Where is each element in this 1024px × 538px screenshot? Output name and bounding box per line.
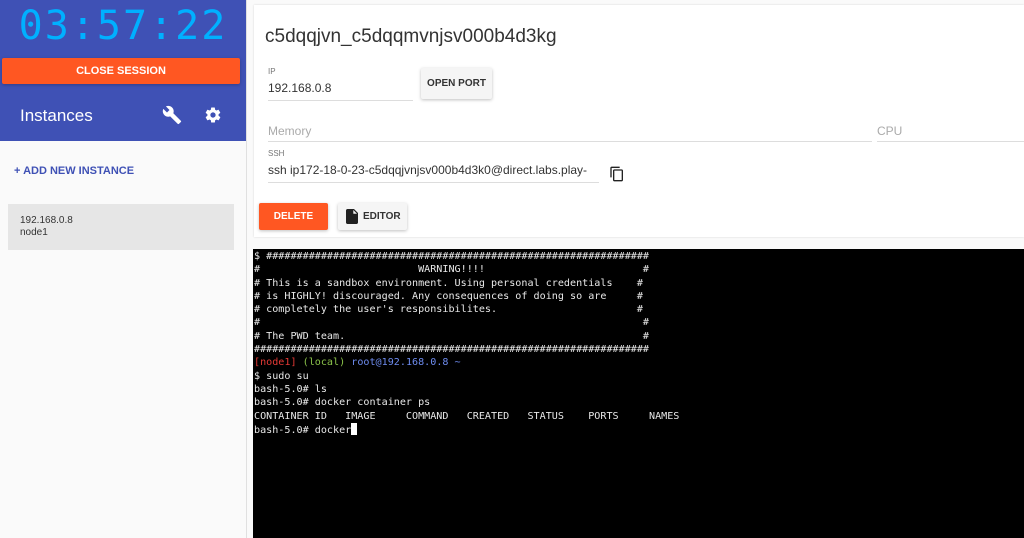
ip-field[interactable]: 192.168.0.8 xyxy=(268,81,413,101)
delete-button[interactable]: DELETE xyxy=(259,203,328,230)
instance-title: c5dqqjvn_c5dqqmvnjsv000b4d3kg xyxy=(265,26,557,47)
terminal-banner-line: # is HIGHLY! discouraged. Any consequenc… xyxy=(254,290,643,302)
instance-details-panel: c5dqqjvn_c5dqqmvnjsv000b4d3kg IP 192.168… xyxy=(254,5,1024,237)
instance-list-item[interactable]: 192.168.0.8 node1 xyxy=(8,204,234,250)
prompt-node: [node1] xyxy=(254,357,297,369)
prompt-local: (local) xyxy=(302,357,346,369)
terminal-banner-line: # # xyxy=(254,317,650,329)
wrench-icon[interactable] xyxy=(162,105,182,125)
ip-label: IP xyxy=(268,67,276,76)
terminal-banner-line: # WARNING!!!! # xyxy=(254,264,650,276)
instance-item-name: node1 xyxy=(20,227,48,238)
terminal-line: bash-5.0# docker container ps xyxy=(254,397,431,409)
terminal-banner-line: $ ######################################… xyxy=(254,251,650,262)
memory-field: Memory xyxy=(268,124,872,142)
terminal-prompt: [node1] (local) root@192.168.0.8 ~ xyxy=(254,356,1024,369)
terminal-banner-line: # The PWD team. # xyxy=(254,330,650,342)
session-timer: 03:57:22 xyxy=(18,3,228,49)
terminal-banner-line: ########################################… xyxy=(254,344,650,356)
cpu-field: CPU xyxy=(877,124,1024,142)
terminal-input-line[interactable]: bash-5.0# docker xyxy=(254,422,1024,436)
sidebar: 03:57:22 CLOSE SESSION Instances + ADD N… xyxy=(0,0,247,538)
copy-icon[interactable] xyxy=(609,165,625,183)
close-session-button[interactable]: CLOSE SESSION xyxy=(2,58,240,84)
terminal-line: $ sudo su xyxy=(254,370,309,382)
ssh-label: SSH xyxy=(268,149,285,158)
terminal[interactable]: $ ######################################… xyxy=(253,249,1024,538)
terminal-banner-line: # This is a sandbox environment. Using p… xyxy=(254,277,643,289)
add-instance-button[interactable]: + ADD NEW INSTANCE xyxy=(14,165,134,177)
sidebar-header: 03:57:22 CLOSE SESSION Instances xyxy=(0,0,246,141)
gear-icon[interactable] xyxy=(204,106,222,124)
instance-item-ip: 192.168.0.8 xyxy=(20,215,73,226)
terminal-banner-line: # completely the user's responsibilites.… xyxy=(254,304,643,316)
terminal-current-input: bash-5.0# docker xyxy=(254,424,352,436)
terminal-line: CONTAINER ID IMAGE COMMAND CREATED STATU… xyxy=(254,410,680,422)
ssh-field[interactable]: ssh ip172-18-0-23-c5dqqjvnjsv000b4d3k0@d… xyxy=(268,163,599,183)
terminal-line: bash-5.0# ls xyxy=(254,383,327,395)
editor-button[interactable]: EDITOR xyxy=(338,203,407,230)
editor-button-label: EDITOR xyxy=(363,211,401,222)
file-icon xyxy=(346,209,358,224)
terminal-cursor xyxy=(351,422,358,435)
instances-title: Instances xyxy=(20,106,93,125)
prompt-host: root@192.168.0.8 ~ xyxy=(351,357,461,369)
open-port-button[interactable]: OPEN PORT xyxy=(421,68,492,99)
